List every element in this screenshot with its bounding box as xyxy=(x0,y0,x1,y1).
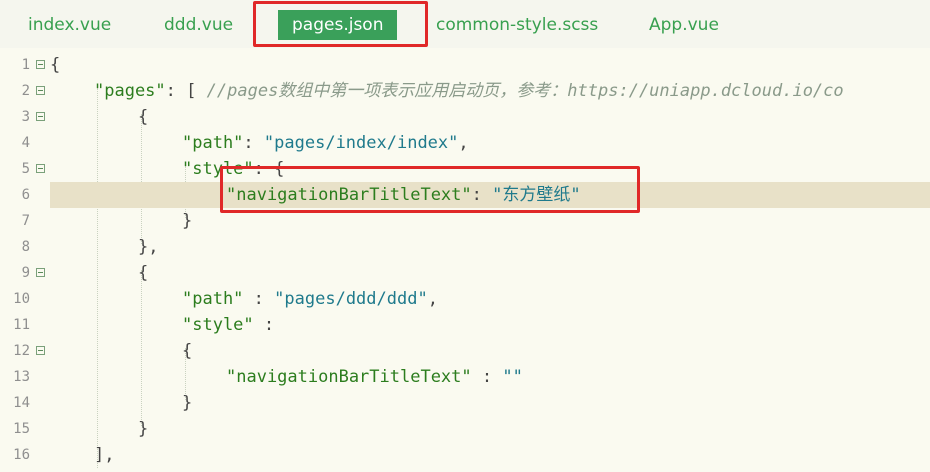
fold-toggle-icon[interactable] xyxy=(36,268,45,277)
code-line: 10 "path" : "pages/ddd/ddd", xyxy=(0,286,930,312)
code-text: "pages": [ //pages数组中第一项表示应用启动页，参考：https… xyxy=(94,81,844,101)
line-number: 12 xyxy=(13,343,30,359)
code-text: "style" : xyxy=(182,315,275,335)
code-line: 3 { xyxy=(0,104,930,130)
line-number: 16 xyxy=(13,447,30,463)
line-number: 6 xyxy=(21,187,30,203)
code-text: }, xyxy=(138,237,159,257)
code-line: 5 "style": { xyxy=(0,156,930,182)
line-number: 9 xyxy=(21,265,30,281)
line-number: 2 xyxy=(21,83,30,99)
tab-pages-json[interactable]: pages.json xyxy=(278,10,398,40)
code-editor[interactable]: 1 { 2 "pages": [ //pages数组中第一项表示应用启动页，参考… xyxy=(0,48,930,472)
line-number: 5 xyxy=(21,161,30,177)
code-text: ], xyxy=(94,445,115,465)
code-line: 11 "style" : xyxy=(0,312,930,338)
code-text: { xyxy=(50,55,61,75)
code-line: 15 } xyxy=(0,416,930,442)
line-number: 4 xyxy=(21,135,30,151)
code-text: "path" : "pages/ddd/ddd", xyxy=(182,289,438,309)
code-line: 14 } xyxy=(0,390,930,416)
tab-index-vue[interactable]: index.vue xyxy=(28,10,111,40)
editor-tab-bar: index.vue ddd.vue pages.json common-styl… xyxy=(0,0,930,48)
code-line: 9 { xyxy=(0,260,930,286)
code-line: 13 "navigationBarTitleText" : "" xyxy=(0,364,930,390)
code-line: 4 "path": "pages/index/index", xyxy=(0,130,930,156)
code-text: } xyxy=(138,419,149,439)
code-text: { xyxy=(138,107,149,127)
code-line: 8 }, xyxy=(0,234,930,260)
code-text: "path": "pages/index/index", xyxy=(182,133,469,153)
fold-toggle-icon[interactable] xyxy=(36,164,45,173)
line-number: 15 xyxy=(13,421,30,437)
code-text: { xyxy=(182,341,193,361)
fold-toggle-icon[interactable] xyxy=(36,60,45,69)
code-line: 12 { xyxy=(0,338,930,364)
tab-ddd-vue[interactable]: ddd.vue xyxy=(164,10,233,40)
line-number: 11 xyxy=(13,317,30,333)
code-line: 7 } xyxy=(0,208,930,234)
line-number: 3 xyxy=(21,109,30,125)
line-number: 10 xyxy=(13,291,30,307)
tab-app-vue[interactable]: App.vue xyxy=(649,10,719,40)
code-text: { xyxy=(138,263,149,283)
line-number: 13 xyxy=(13,369,30,385)
line-number: 7 xyxy=(21,213,30,229)
code-line: 2 "pages": [ //pages数组中第一项表示应用启动页，参考：htt… xyxy=(0,78,930,104)
code-line: 1 { xyxy=(0,52,930,78)
code-text: } xyxy=(182,211,193,231)
code-line: 16 ], xyxy=(0,442,930,468)
line-number: 8 xyxy=(21,239,30,255)
fold-toggle-icon[interactable] xyxy=(36,86,45,95)
fold-toggle-icon[interactable] xyxy=(36,346,45,355)
tab-common-style-scss[interactable]: common-style.scss xyxy=(436,10,598,40)
fold-toggle-icon[interactable] xyxy=(36,112,45,121)
code-text: "style": { xyxy=(182,159,285,179)
line-number: 1 xyxy=(21,57,30,73)
code-text: "navigationBarTitleText" : "" xyxy=(226,367,523,387)
code-text: "navigationBarTitleText": "东方壁纸" xyxy=(226,185,581,205)
code-line-current: 6 "navigationBarTitleText": "东方壁纸" xyxy=(0,182,930,208)
code-text: } xyxy=(182,393,193,413)
line-number: 14 xyxy=(13,395,30,411)
